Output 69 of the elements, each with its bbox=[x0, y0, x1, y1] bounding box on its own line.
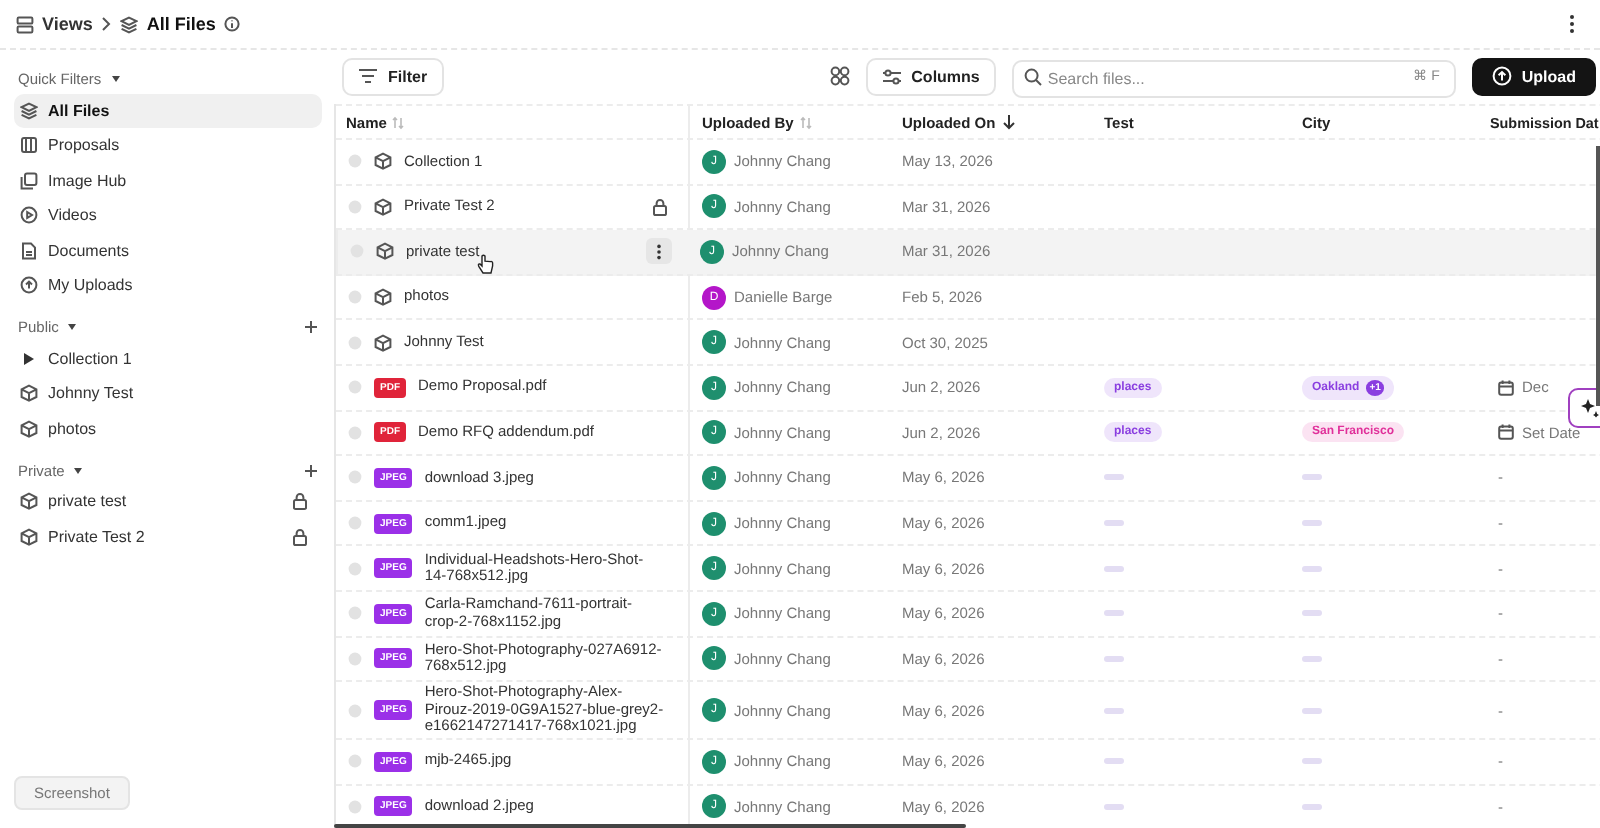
sliders-icon bbox=[881, 67, 902, 85]
sparkle-icon bbox=[1580, 398, 1600, 418]
sidebar-item[interactable]: Videos bbox=[14, 199, 322, 232]
caret-down-icon bbox=[109, 74, 122, 84]
plus-icon bbox=[304, 463, 318, 477]
cube-icon bbox=[374, 288, 392, 307]
calendar-icon bbox=[1498, 424, 1514, 441]
filter-button[interactable]: Filter bbox=[342, 57, 444, 95]
calendar-icon bbox=[1498, 379, 1514, 396]
images-icon bbox=[20, 171, 38, 190]
info-icon bbox=[223, 16, 240, 32]
stack-icon bbox=[120, 15, 139, 33]
sidebar-item[interactable]: private test bbox=[14, 485, 322, 518]
checkbox-dot-icon bbox=[348, 470, 362, 485]
search-icon bbox=[1023, 67, 1042, 85]
caret-down-icon bbox=[66, 322, 79, 332]
sidebar-item[interactable]: Private Test 2 bbox=[14, 520, 322, 553]
checkbox-dot-icon bbox=[348, 335, 362, 350]
checkbox-dot-icon bbox=[348, 380, 362, 395]
checkbox-dot-icon bbox=[348, 425, 362, 440]
sidebar-item[interactable]: photos bbox=[14, 412, 322, 445]
cube-icon bbox=[374, 152, 392, 171]
checkbox-dot-icon bbox=[348, 703, 362, 718]
filter-icon bbox=[358, 68, 378, 84]
sidebar-item[interactable]: All Files bbox=[14, 94, 322, 127]
breadcrumb-link[interactable]: Views bbox=[42, 14, 93, 34]
cube-icon bbox=[376, 242, 394, 261]
grid-icon bbox=[20, 136, 38, 155]
row-menu-button[interactable] bbox=[646, 238, 672, 265]
sidebar-item[interactable]: Proposals bbox=[14, 129, 322, 162]
pointer-cursor-icon bbox=[476, 254, 494, 277]
sidebar-item[interactable]: Documents bbox=[14, 234, 322, 267]
grid-view-icon[interactable] bbox=[829, 66, 850, 86]
cube-icon bbox=[20, 492, 38, 511]
checkbox-dot-icon bbox=[348, 799, 362, 814]
upload-icon bbox=[1491, 66, 1512, 86]
plus-icon bbox=[304, 320, 318, 334]
checkbox-dot-icon bbox=[348, 199, 362, 214]
caret-down-icon bbox=[72, 465, 85, 475]
checkbox-dot-icon bbox=[348, 290, 362, 305]
upload-icon bbox=[20, 276, 38, 295]
ai-assistant-button[interactable] bbox=[1568, 388, 1600, 428]
sidebar-item[interactable]: Image Hub bbox=[14, 164, 322, 197]
play-icon bbox=[20, 206, 38, 225]
cube-icon bbox=[374, 197, 392, 216]
horizontal-scrollbar[interactable] bbox=[334, 824, 966, 828]
cube-icon bbox=[20, 527, 38, 546]
cube-icon bbox=[20, 384, 38, 403]
more-icon bbox=[1568, 14, 1576, 34]
stack-icon bbox=[20, 101, 38, 120]
checkbox-dot-icon bbox=[348, 754, 362, 769]
upload-button[interactable]: Upload bbox=[1471, 57, 1596, 95]
checkbox-dot-icon bbox=[348, 154, 362, 169]
checkbox-dot-icon bbox=[348, 651, 362, 666]
page-title: All Files bbox=[146, 14, 216, 34]
cube-icon bbox=[374, 333, 392, 352]
more-icon bbox=[656, 243, 662, 260]
sidebar-item[interactable]: Johnny Test bbox=[14, 377, 322, 410]
checkbox-dot-icon bbox=[348, 606, 362, 621]
chevron-right-icon bbox=[100, 16, 113, 32]
sidebar-item[interactable]: My Uploads bbox=[14, 269, 322, 302]
document-icon bbox=[20, 241, 38, 260]
sidebar-item[interactable]: Collection 1 bbox=[14, 342, 322, 375]
cube-icon bbox=[20, 419, 38, 438]
columns-button[interactable]: Columns bbox=[865, 57, 996, 95]
checkbox-dot-icon bbox=[348, 516, 362, 531]
views-icon bbox=[16, 15, 34, 33]
vertical-scrollbar[interactable] bbox=[1596, 146, 1600, 406]
checkbox-dot-icon bbox=[348, 561, 362, 576]
